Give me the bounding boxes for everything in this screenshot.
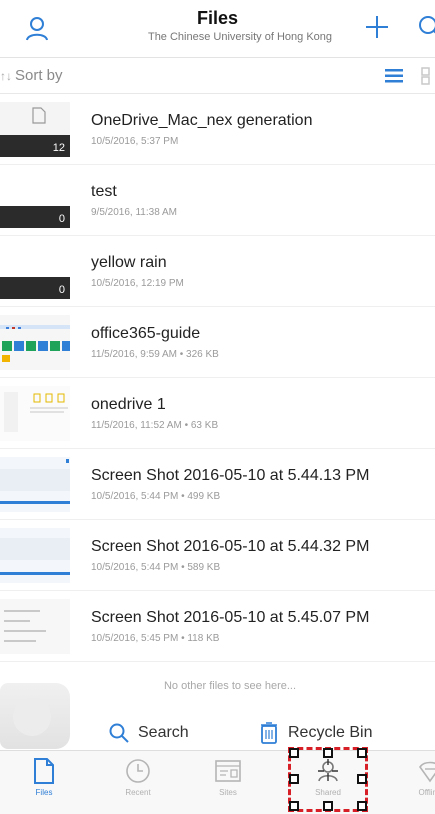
sites-icon: [215, 760, 241, 782]
file-name: Screen Shot 2016-05-10 at 5.44.13 PM: [91, 467, 370, 484]
image-thumbnail: [0, 528, 70, 583]
file-meta: 10/5/2016, 5:44 PM • 589 KB: [91, 562, 221, 573]
shared-icon: [318, 759, 338, 782]
folder-icon: 0: [0, 244, 70, 299]
file-row-image[interactable]: Screen Shot 2016-05-10 at 5.44.32 PM 10/…: [0, 520, 435, 591]
file-row-image[interactable]: Screen Shot 2016-05-10 at 5.44.13 PM 10/…: [0, 449, 435, 520]
folder-item-count: 12: [52, 142, 65, 154]
file-name: Screen Shot 2016-05-10 at 5.45.07 PM: [91, 609, 370, 626]
tab-bar: Files Recent Sites Shared Offlin: [0, 750, 435, 814]
onedrive-app: Files The Chinese University of Hong Kon…: [0, 0, 435, 814]
tab-offline[interactable]: Offline: [400, 757, 435, 811]
file-row-image[interactable]: onedrive 1 11/5/2016, 11:52 AM • 63 KB: [0, 378, 435, 449]
file-meta: 11/5/2016, 9:59 AM • 326 KB: [91, 349, 219, 360]
empty-note: No other files to see here...: [163, 680, 297, 692]
list-view-button[interactable]: [383, 66, 405, 86]
tab-label: Recent: [125, 788, 151, 797]
search-icon: [419, 16, 435, 34]
add-button[interactable]: [362, 12, 392, 42]
folder-item-count: 0: [58, 213, 65, 225]
file-list: 12 OneDrive_Mac_nex generation 10/5/2016…: [0, 94, 435, 662]
search-icon: [109, 723, 129, 743]
search-files-button[interactable]: Search: [108, 719, 189, 747]
search-button[interactable]: [415, 12, 435, 42]
file-meta: 11/5/2016, 11:52 AM • 63 KB: [91, 420, 219, 431]
file-meta: 10/5/2016, 12:19 PM: [91, 278, 184, 289]
file-row-folder[interactable]: 0 yellow rain 10/5/2016, 12:19 PM: [0, 236, 435, 307]
tab-recent[interactable]: Recent: [108, 757, 168, 811]
image-thumbnail: [0, 315, 70, 370]
file-meta: 10/5/2016, 5:45 PM • 118 KB: [91, 633, 220, 644]
file-meta: 10/5/2016, 5:44 PM • 499 KB: [91, 491, 221, 502]
tab-files[interactable]: Files: [14, 757, 74, 811]
sort-button[interactable]: ↑↓ Sort by: [0, 67, 63, 84]
recycle-bin-button[interactable]: Recycle Bin: [260, 719, 372, 747]
tab-shared[interactable]: Shared: [298, 757, 358, 811]
file-name: yellow rain: [91, 254, 167, 271]
tab-label: Sites: [219, 788, 237, 797]
plus-icon: [366, 16, 388, 38]
file-row-folder[interactable]: 0 test 9/5/2016, 11:38 AM: [0, 165, 435, 236]
offline-icon: [419, 761, 435, 783]
grid-view-button[interactable]: [420, 66, 435, 86]
sort-arrows-icon: ↑↓: [0, 69, 12, 83]
file-row-image[interactable]: Screen Shot 2016-05-10 at 5.45.07 PM 10/…: [0, 591, 435, 662]
folder-icon: 0: [0, 173, 70, 228]
grid-view-icon: [421, 67, 430, 85]
header-bar: Files The Chinese University of Hong Kon…: [0, 0, 435, 58]
clock-icon: [126, 759, 150, 783]
file-meta: 9/5/2016, 11:38 AM: [91, 207, 177, 218]
file-meta: 10/5/2016, 5:37 PM: [91, 136, 179, 147]
trash-icon: [261, 722, 277, 744]
image-thumbnail: [0, 599, 70, 654]
tab-label: Files: [35, 788, 53, 797]
file-name: onedrive 1: [91, 396, 166, 413]
file-row-image[interactable]: office365-guide 11/5/2016, 9:59 AM • 326…: [0, 307, 435, 378]
image-thumbnail: [0, 457, 70, 512]
file-name: OneDrive_Mac_nex generation: [91, 112, 313, 129]
recycle-label: Recycle Bin: [288, 724, 373, 741]
faded-app-icon: [0, 683, 70, 749]
sort-label: Sort by: [15, 67, 63, 84]
file-name: test: [91, 183, 117, 200]
sort-bar: ↑↓ Sort by: [0, 58, 435, 94]
file-row-folder[interactable]: 12 OneDrive_Mac_nex generation 10/5/2016…: [0, 94, 435, 165]
folder-icon: 12: [0, 102, 70, 157]
tab-label: Offline: [418, 788, 435, 797]
tab-label: Shared: [315, 788, 341, 797]
image-thumbnail: [0, 386, 70, 441]
search-label: Search: [138, 724, 189, 741]
tab-sites[interactable]: Sites: [198, 757, 258, 811]
file-name: Screen Shot 2016-05-10 at 5.44.32 PM: [91, 538, 370, 555]
file-icon: [34, 758, 54, 784]
folder-item-count: 0: [58, 284, 65, 296]
list-view-icon: [385, 69, 403, 83]
file-name: office365-guide: [91, 325, 201, 342]
